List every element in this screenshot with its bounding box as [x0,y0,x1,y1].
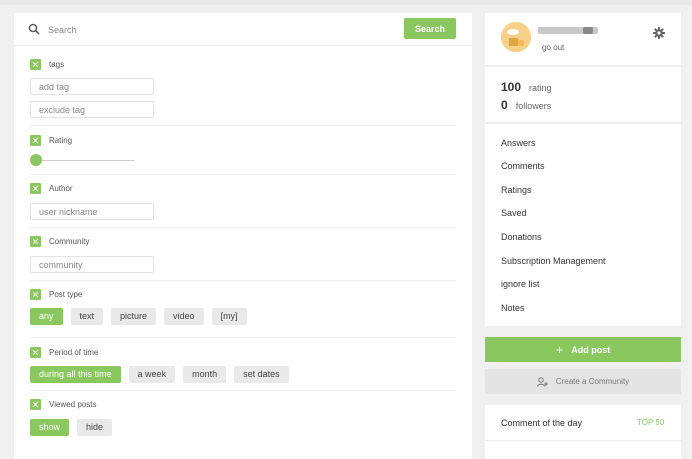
divider [30,227,456,228]
search-input[interactable] [48,21,348,38]
followers-value: 0 [501,98,508,112]
community-section-title: Community [30,236,89,247]
viewed-option[interactable]: show [30,419,70,436]
menu-item-saved[interactable]: Saved [501,208,527,218]
divider [30,337,456,338]
create-community-button[interactable]: Create a Community [485,369,681,394]
rating-value: 100 [501,80,522,94]
comment-of-day-title: Comment of the day [501,418,583,428]
rating-stat-label: rating [529,83,552,93]
gear-icon[interactable] [653,27,665,39]
viewed-option[interactable]: hide [77,419,113,436]
plus-icon: + [555,342,564,357]
period-checkbox[interactable] [30,347,41,358]
period-options: during all this time a week month set da… [30,366,289,383]
period-option[interactable]: month [183,366,227,383]
followers-stat: 0 followers [501,98,551,112]
post-type-option[interactable]: text [70,308,104,325]
period-option[interactable]: set dates [234,366,289,383]
add-tag-input[interactable] [30,78,154,95]
menu-item-answers[interactable]: Answers [501,138,536,148]
viewed-options: show hide [30,419,113,436]
username-redacted-detail [583,27,593,34]
menu-item-ignore-list[interactable]: ignore list [501,279,540,289]
exclude-tag-input[interactable] [30,101,154,118]
author-label: Author [49,184,73,193]
menu-item-notes[interactable]: Notes [501,303,525,313]
author-input[interactable] [30,203,154,220]
divider [30,125,456,126]
tags-label: tags [49,60,65,69]
create-community-label: Create a Community [555,377,630,386]
post-type-option[interactable]: any [30,308,63,325]
add-post-label: Add post [571,344,611,355]
divider [30,280,456,281]
rating-label: Rating [49,136,73,145]
community-checkbox[interactable] [30,236,41,247]
community-label: Community [49,237,90,246]
filter-panel: Search tags Rating Author Community Post… [14,13,472,459]
comment-of-day-card: Comment of the day TOP 50 [485,405,681,459]
add-post-button[interactable]: + Add post [485,337,681,362]
divider [30,390,456,391]
viewed-label: Viewed posts [49,400,97,409]
stats-card: 100 rating 0 followers [485,67,681,123]
search-button[interactable]: Search [404,18,456,39]
search-icon [28,23,40,35]
top-strip [0,0,692,5]
viewed-section-title: Viewed posts [30,399,96,410]
post-type-label: Post type [49,290,83,299]
period-option[interactable]: a week [128,366,176,383]
tags-section-title: tags [30,59,64,70]
profile-menu: Answers Comments Ratings Saved Donations… [485,124,681,326]
followers-stat-label: followers [515,101,552,111]
top-50-link[interactable]: TOP 50 [637,418,664,427]
post-type-options: any text picture video [my] [30,308,247,325]
go-out-link[interactable]: go out [542,43,564,52]
menu-item-ratings[interactable]: Ratings [501,185,532,195]
period-section-title: Period of time [30,347,98,358]
author-section-title: Author [30,183,73,194]
add-user-icon [536,376,548,387]
profile-card: go out [485,13,681,66]
rating-slider-track[interactable] [36,160,134,161]
post-type-checkbox[interactable] [30,289,41,300]
viewed-checkbox[interactable] [30,399,41,410]
post-type-section-title: Post type [30,289,82,300]
divider [485,440,681,441]
rating-section-title: Rating [30,135,72,146]
author-checkbox[interactable] [30,183,41,194]
post-type-option[interactable]: video [164,308,204,325]
community-input[interactable] [30,256,154,273]
menu-item-donations[interactable]: Donations [501,232,542,242]
divider [30,174,456,175]
rating-stat: 100 rating [501,80,552,94]
menu-item-subscriptions[interactable]: Subscription Management [501,256,606,266]
tags-checkbox[interactable] [30,59,41,70]
rating-checkbox[interactable] [30,135,41,146]
search-bar: Search [14,13,472,46]
avatar[interactable] [501,22,531,52]
rating-slider-handle[interactable] [30,154,42,166]
avatar-image [501,22,531,52]
period-option[interactable]: during all this time [30,366,121,383]
period-label: Period of time [49,348,99,357]
post-type-option[interactable]: picture [111,308,157,325]
post-type-option[interactable]: [my] [211,308,247,325]
menu-item-comments[interactable]: Comments [501,161,545,171]
